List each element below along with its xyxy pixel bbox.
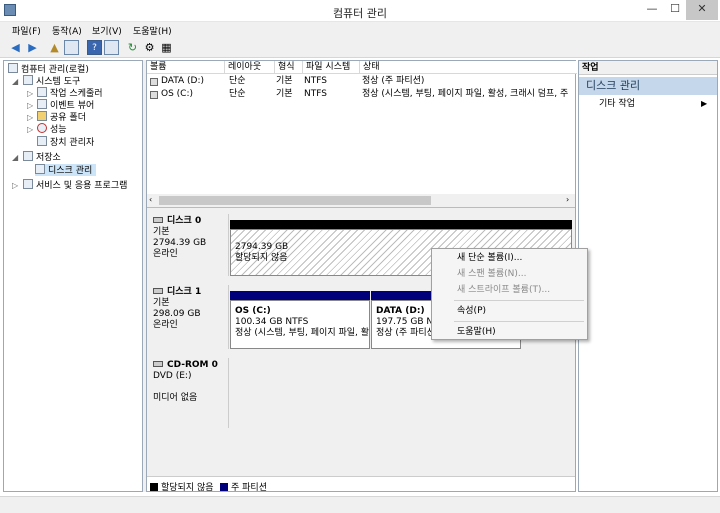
scroll-right-icon[interactable]: › [566, 195, 569, 204]
tree-item-device-manager[interactable]: 장치 관리자 [37, 136, 94, 148]
expand-icon[interactable]: ▷ [27, 101, 33, 110]
menu-bar: 파일(F) 동작(A) 보기(V) 도움말(H) [0, 22, 720, 38]
window-title: 컴퓨터 관리 [332, 7, 388, 20]
menu-separator [454, 321, 584, 322]
services-icon [23, 179, 33, 189]
storage-icon [23, 151, 33, 161]
forward-arrow-icon[interactable]: ▶ [25, 40, 40, 55]
actions-header: 작업 [579, 61, 717, 75]
menu-item-help[interactable]: 도움말(H) [457, 326, 496, 338]
minimize-button[interactable]: — [640, 0, 664, 20]
action-more-actions[interactable]: 기타 작업 ▶ [599, 98, 709, 110]
primary-partition-bar [230, 291, 370, 300]
column-header[interactable]: 파일 시스템 [303, 61, 360, 74]
legend-swatch [150, 483, 158, 491]
os-partition[interactable]: OS (C:) 100.34 GB NTFS 정상 (시스템, 부팅, 페이지 … [230, 300, 370, 349]
maximize-button[interactable]: ☐ [664, 0, 686, 20]
volume-list-header: 볼륨 레이아웃 형식 파일 시스템 상태 [147, 61, 577, 74]
expand-icon[interactable]: ▷ [27, 125, 33, 134]
tree-item-shared-folders[interactable]: 공유 폴더 [37, 111, 86, 123]
cdrom-icon [153, 361, 163, 367]
status-bar [0, 496, 720, 513]
properties-icon[interactable]: ▦ [159, 40, 174, 55]
show-tree-icon[interactable] [64, 40, 79, 55]
menu-item-properties[interactable]: 속성(P) [457, 305, 486, 317]
disk-0-label[interactable]: 디스크 0 기본 2794.39 GB 온라인 [149, 214, 229, 276]
disk-icon [153, 217, 163, 223]
tree-item-disk-management[interactable]: 디스크 관리 [35, 164, 97, 176]
column-header[interactable]: 볼륨 [147, 61, 225, 74]
column-header[interactable]: 형식 [275, 61, 303, 74]
unallocated-bar [230, 220, 572, 229]
disk-1-label[interactable]: 디스크 1 기본 298.09 GB 온라인 [149, 285, 229, 349]
submenu-arrow-icon: ▶ [701, 99, 708, 108]
tree-item-services[interactable]: 서비스 및 응용 프로그램 [23, 179, 127, 191]
help-icon[interactable]: ? [87, 40, 102, 55]
actions-section-disk-management[interactable]: 디스크 관리 [579, 77, 717, 95]
menu-view[interactable]: 보기(V) [92, 24, 122, 37]
scroll-left-icon[interactable]: ‹ [149, 195, 152, 204]
navigation-tree: 컴퓨터 관리(로컬) ◢ 시스템 도구 ▷ 작업 스케줄러 ▷ 이벤트 뷰어 ▷… [3, 60, 143, 492]
performance-icon [37, 123, 47, 133]
tree-item-storage[interactable]: 저장소 [23, 151, 61, 163]
disk-management-icon [35, 164, 45, 174]
legend-swatch [220, 483, 228, 491]
tools-icon [23, 75, 33, 85]
menu-item-new-striped-volume[interactable]: 새 스트라이프 볼륨(T)... [457, 284, 550, 296]
horizontal-scrollbar[interactable]: ‹ › [147, 194, 575, 207]
device-manager-icon [37, 136, 47, 146]
collapse-icon[interactable]: ◢ [12, 77, 18, 86]
column-header[interactable]: 레이아웃 [225, 61, 275, 74]
expand-icon[interactable]: ▷ [27, 113, 33, 122]
collapse-icon[interactable]: ◢ [12, 153, 18, 162]
computer-icon [8, 63, 18, 73]
toolbar: ◀ ▶ ▲ ? ↻ ⚙ ▦ [0, 38, 720, 58]
legend-primary: 주 파티션 [220, 480, 267, 493]
scrollbar-thumb[interactable] [159, 196, 431, 205]
tree-item-root[interactable]: 컴퓨터 관리(로컬) [8, 63, 89, 75]
menu-file[interactable]: 파일(F) [12, 24, 41, 37]
menu-item-new-spanned-volume[interactable]: 새 스팬 볼륨(N)... [457, 268, 526, 280]
title-bar: 컴퓨터 관리 — ☐ ✕ [0, 0, 720, 22]
context-menu: 새 단순 볼륨(I)... 새 스팬 볼륨(N)... 새 스트라이프 볼륨(T… [431, 248, 588, 340]
menu-help[interactable]: 도움말(H) [133, 24, 172, 37]
actions-pane: 작업 디스크 관리 기타 작업 ▶ [578, 60, 718, 492]
volume-icon [150, 78, 158, 86]
clock-icon [37, 87, 47, 97]
up-folder-icon[interactable]: ▲ [47, 40, 62, 55]
folder-icon [37, 111, 47, 121]
expand-icon[interactable]: ▷ [27, 89, 33, 98]
legend-unallocated: 할당되지 않음 [150, 480, 214, 493]
menu-separator [454, 300, 584, 301]
volume-icon [150, 91, 158, 99]
settings-icon[interactable]: ⚙ [142, 40, 157, 55]
menu-item-new-simple-volume[interactable]: 새 단순 볼륨(I)... [457, 252, 522, 264]
column-header[interactable]: 상태 [360, 61, 575, 74]
event-viewer-icon [37, 99, 47, 109]
refresh-icon[interactable]: ↻ [125, 40, 140, 55]
disk-icon [153, 288, 163, 294]
show-action-pane-icon[interactable] [104, 40, 119, 55]
menu-action[interactable]: 동작(A) [52, 24, 82, 37]
tree-item-event-viewer[interactable]: 이벤트 뷰어 [37, 99, 94, 111]
tree-item-performance[interactable]: 성능 [37, 123, 67, 135]
back-arrow-icon[interactable]: ◀ [8, 40, 23, 55]
legend: 할당되지 않음 주 파티션 [147, 476, 575, 493]
cdrom-label[interactable]: CD-ROM 0 DVD (E:) 미디어 없음 [149, 358, 229, 428]
expand-icon[interactable]: ▷ [12, 181, 18, 190]
tree-item-system-tools[interactable]: 시스템 도구 [23, 75, 80, 87]
tree-item-task-scheduler[interactable]: 작업 스케줄러 [37, 87, 103, 99]
close-button[interactable]: ✕ [686, 0, 718, 20]
